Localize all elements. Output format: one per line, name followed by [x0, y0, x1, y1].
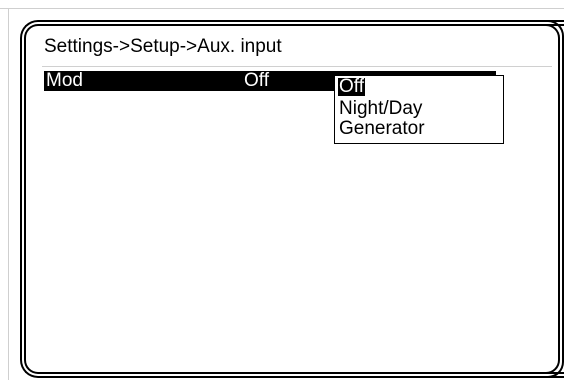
page-title: Settings->Setup->Aux. input — [44, 36, 282, 57]
dropdown-option-night-day[interactable]: Night/Day — [338, 99, 423, 118]
title-divider — [42, 66, 552, 67]
page-left-border — [8, 8, 9, 380]
setting-label: Mod — [46, 70, 83, 91]
page-top-border — [0, 8, 564, 9]
screen-frame-inner-right — [544, 24, 560, 374]
dropdown-option-generator[interactable]: Generator — [338, 119, 426, 138]
mode-dropdown-list[interactable]: Off Night/Day Generator — [334, 75, 504, 144]
setting-value[interactable]: Off — [244, 71, 269, 91]
dropdown-option-off[interactable]: Off — [338, 77, 365, 96]
